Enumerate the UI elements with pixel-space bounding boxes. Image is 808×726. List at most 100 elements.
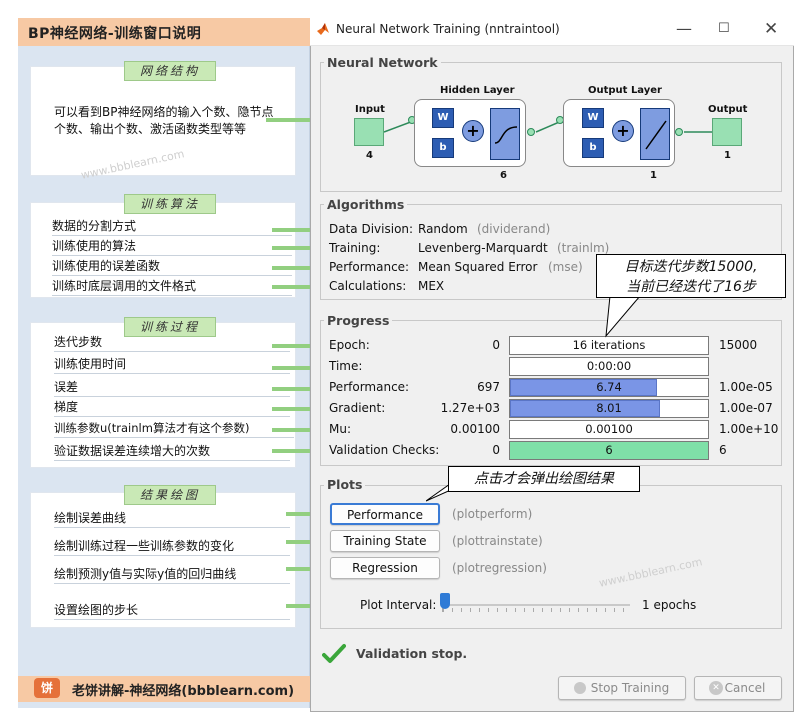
progress-label: Gradient: xyxy=(329,401,386,415)
cancel-icon: ✕ xyxy=(709,681,723,695)
progress-current: 0.00100 xyxy=(585,422,633,436)
plot-interval-value: 1 epochs xyxy=(642,598,697,612)
group-title: Progress xyxy=(324,313,393,328)
plots-item: 绘制预测y值与实际y值的回归曲线 xyxy=(54,566,290,584)
plots-section-heading: 结果绘图 xyxy=(124,485,216,505)
progress-field: 6 xyxy=(509,441,709,460)
group-title: Plots xyxy=(324,477,366,492)
algorithms-item: 训练使用的算法 xyxy=(52,238,292,256)
epoch-callout-tail xyxy=(605,296,641,338)
annotation-title: BP神经网络-训练窗口说明 xyxy=(18,18,310,46)
progress-field: 6.74 xyxy=(509,378,709,397)
input-label: Input xyxy=(355,104,385,115)
output-weight: W xyxy=(582,108,604,128)
progress-current: 6 xyxy=(605,443,613,457)
progress-start: 0 xyxy=(492,443,500,457)
process-item: 梯度 xyxy=(54,399,290,417)
algorithms-item: 训练使用的误差函数 xyxy=(52,258,292,276)
process-item: 验证数据误差连续增大的次数 xyxy=(54,443,290,461)
input-count: 4 xyxy=(366,150,373,161)
progress-start: 697 xyxy=(477,380,500,394)
process-item: 误差 xyxy=(54,379,290,397)
progress-field: 0.00100 xyxy=(509,420,709,439)
output-label: Output xyxy=(708,104,748,115)
hidden-sum: + xyxy=(462,120,484,142)
group-title: Neural Network xyxy=(324,55,441,70)
tansig-activation-icon xyxy=(490,108,520,160)
plot-interval-ticks xyxy=(442,608,630,612)
progress-start: 1.27e+03 xyxy=(440,401,500,415)
algorithms-item: 数据的分割方式 xyxy=(52,218,292,236)
hidden-bias: b xyxy=(432,138,454,158)
bing-logo-icon: 饼 xyxy=(34,678,60,698)
stop-icon xyxy=(574,682,586,694)
progress-label: Epoch: xyxy=(329,338,370,352)
purelin-activation-icon xyxy=(640,108,670,160)
process-item: 训练参数u(trainlm算法才有这个参数) xyxy=(54,420,294,438)
progress-field: 16 iterations xyxy=(509,336,709,355)
progress-start: 0 xyxy=(492,338,500,352)
epoch-callout: 目标迭代步数15000, 当前已经迭代了16步 xyxy=(596,254,786,298)
output-bias: b xyxy=(582,138,604,158)
algo-value: Mean Squared Error xyxy=(418,260,538,274)
algo-value: MEX xyxy=(418,279,445,293)
progress-field: 8.01 xyxy=(509,399,709,418)
output-layer-label: Output Layer xyxy=(588,85,662,96)
network-section-heading: 网络结构 xyxy=(124,61,216,81)
matlab-logo-icon xyxy=(316,21,330,35)
output-sum: + xyxy=(612,120,634,142)
checkmark-icon xyxy=(322,643,346,665)
plot-interval-slider-thumb[interactable] xyxy=(440,593,450,609)
algo-label: Data Division: xyxy=(329,222,414,236)
algorithms-section-heading: 训练算法 xyxy=(124,194,216,214)
plot-regression-button[interactable]: Regression xyxy=(330,557,440,579)
group-title: Algorithms xyxy=(324,197,408,212)
hidden-count: 6 xyxy=(500,170,507,181)
plots-item: 绘制训练过程一些训练参数的变化 xyxy=(54,538,290,556)
plot-interval-track[interactable] xyxy=(442,604,630,606)
network-annotation-text: 可以看到BP神经网络的输入个数、隐节点个数、输出个数、激活函数类型等等 xyxy=(54,105,274,136)
input-node xyxy=(354,118,384,146)
plot-performance-button[interactable]: Performance xyxy=(330,503,440,525)
process-item: 训练使用时间 xyxy=(54,356,290,374)
plot-function: (plotregression) xyxy=(452,561,547,575)
plot-interval-label: Plot Interval: xyxy=(360,598,437,612)
progress-label: Time: xyxy=(329,359,363,373)
progress-end: 15000 xyxy=(719,338,758,352)
progress-fill xyxy=(510,379,657,396)
close-icon[interactable]: ✕ xyxy=(764,19,778,39)
algo-label: Performance: xyxy=(329,260,410,274)
progress-current: 16 iterations xyxy=(572,338,646,352)
network-diagram xyxy=(383,116,712,136)
cancel-button[interactable]: Cancel xyxy=(694,676,782,700)
algo-function: (dividerand) xyxy=(477,222,551,236)
progress-label: Performance: xyxy=(329,380,410,394)
progress-fill xyxy=(510,400,661,417)
hidden-weight: W xyxy=(432,108,454,128)
progress-current: 0:00:00 xyxy=(586,359,632,373)
plots-callout: 点击才会弹出绘图结果 xyxy=(448,466,640,492)
output-layer-count: 1 xyxy=(650,170,657,181)
progress-end: 6 xyxy=(719,443,727,457)
algo-value: Levenberg-Marquardt xyxy=(418,241,548,255)
footer-text: 老饼讲解-神经网络(bbblearn.com) xyxy=(72,684,295,699)
progress-current: 8.01 xyxy=(596,401,622,415)
process-item: 迭代步数 xyxy=(54,334,290,352)
output-node xyxy=(712,118,742,146)
progress-field: 0:00:00 xyxy=(509,357,709,376)
progress-end: 1.00e-05 xyxy=(719,380,773,394)
plot-function: (plottrainstate) xyxy=(452,534,543,548)
algo-label: Training: xyxy=(329,241,381,255)
plot-function: (plotperform) xyxy=(452,507,533,521)
progress-end: 1.00e+10 xyxy=(719,422,779,436)
maximize-icon[interactable]: ☐ xyxy=(718,21,730,36)
arrow xyxy=(266,114,324,126)
minimize-icon[interactable]: — xyxy=(676,19,692,38)
progress-start: 0.00100 xyxy=(450,422,500,436)
algo-function: (mse) xyxy=(548,260,583,274)
progress-end: 1.00e-07 xyxy=(719,401,773,415)
progress-label: Mu: xyxy=(329,422,352,436)
hidden-layer-label: Hidden Layer xyxy=(440,85,515,96)
plot-training-state-button[interactable]: Training State xyxy=(330,530,440,552)
output-count: 1 xyxy=(724,150,731,161)
